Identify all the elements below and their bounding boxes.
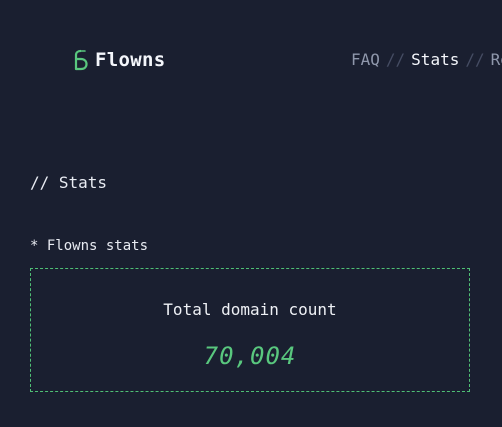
stat-card: Total domain count 70,004	[30, 268, 470, 392]
top-nav: FAQ // Stats // Re	[351, 48, 502, 72]
nav-separator: //	[385, 50, 406, 69]
section-subtitle: * Flowns stats	[30, 238, 149, 254]
nav-stats-link[interactable]: Stats	[411, 48, 459, 72]
site-header: Flowns FAQ // Stats // Re	[0, 0, 502, 120]
nav-faq-link[interactable]: FAQ	[351, 48, 380, 72]
brand-home-link[interactable]: Flowns	[73, 48, 165, 72]
page-title: // Stats	[30, 173, 108, 192]
brand-name: Flowns	[95, 49, 166, 71]
nav-re-link[interactable]: Re	[491, 48, 502, 72]
nav-separator: //	[465, 50, 485, 69]
stat-value: 70,004	[203, 342, 297, 370]
flowns-logo-icon	[74, 49, 88, 71]
stat-label: Total domain count	[163, 300, 337, 319]
